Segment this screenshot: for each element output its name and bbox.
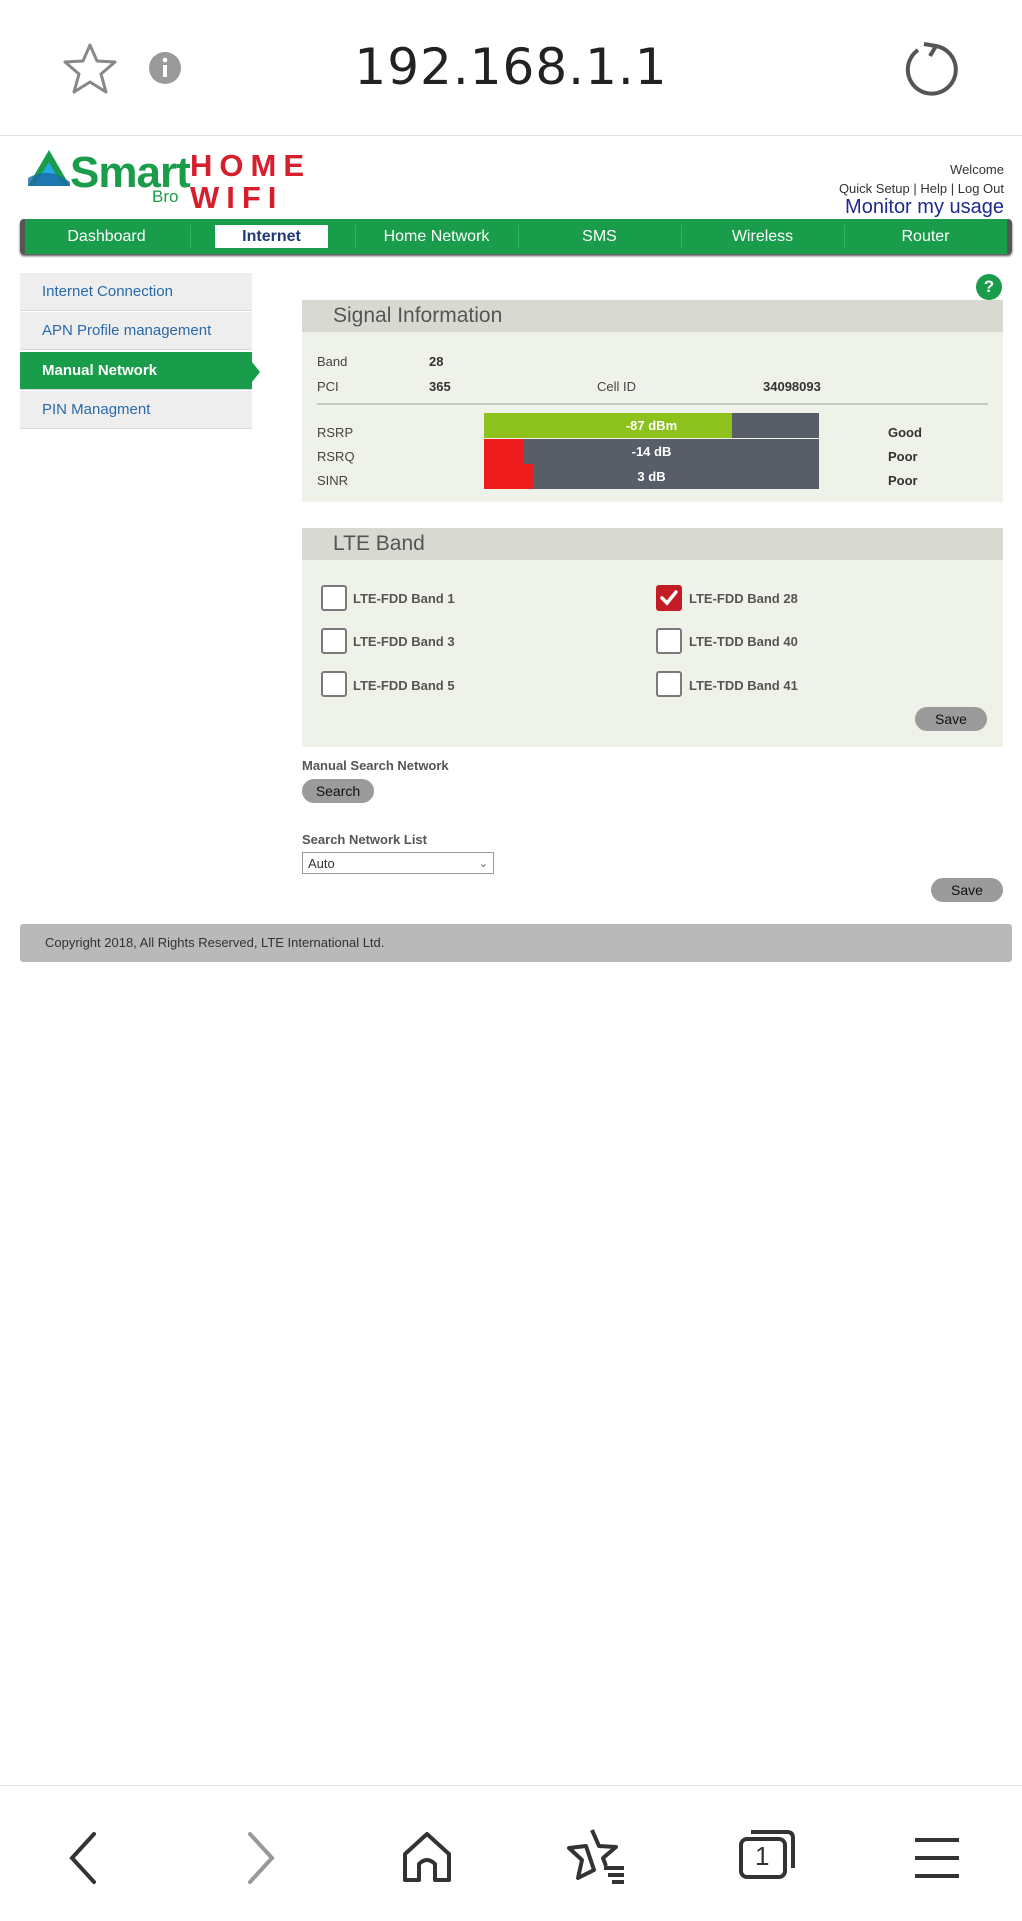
tabs-icon[interactable]: 1	[738, 1828, 796, 1885]
band-5-label: LTE-FDD Band 5	[353, 678, 455, 693]
lte-band-save-button[interactable]: Save	[915, 707, 987, 731]
band-28-checkbox[interactable]	[656, 585, 682, 611]
network-list-select[interactable]: Auto ⌄	[302, 852, 494, 874]
rsrq-bar: -14 dB	[484, 439, 819, 464]
rsrp-bar: -87 dBm	[484, 413, 819, 438]
monitor-usage-link[interactable]: Monitor my usage	[845, 196, 1004, 219]
nav-home-network[interactable]: Home Network	[365, 219, 508, 254]
sinr-bar: 3 dB	[484, 464, 819, 489]
cell-id-value: 34098093	[763, 379, 821, 394]
welcome-text: Welcome	[950, 162, 1004, 177]
signal-divider	[317, 403, 988, 405]
lte-band-panel: LTE Band LTE-FDD Band 1 LTE-FDD Band 28 …	[302, 528, 1003, 747]
logo-bro-text: Bro	[152, 187, 179, 206]
bookmarks-icon[interactable]	[566, 1826, 626, 1891]
search-button[interactable]: Search	[302, 779, 374, 803]
home-icon[interactable]	[400, 1830, 454, 1889]
nav-internet[interactable]: Internet	[215, 225, 328, 248]
logout-link[interactable]: Log Out	[958, 181, 1004, 196]
menu-icon[interactable]	[913, 1836, 961, 1885]
logo-wifi-text: WIFI	[190, 180, 284, 215]
rsrq-label: RSRQ	[317, 449, 355, 464]
band-40-label: LTE-TDD Band 40	[689, 634, 798, 649]
nav-divider	[681, 225, 682, 248]
manual-search-label: Manual Search Network	[302, 758, 449, 773]
sidebar-item-internet-connection[interactable]: Internet Connection	[20, 273, 252, 311]
lte-band-title: LTE Band	[302, 528, 1003, 560]
quick-setup-link[interactable]: Quick Setup	[839, 181, 910, 196]
cell-id-label: Cell ID	[597, 379, 637, 394]
band-3-checkbox[interactable]	[321, 628, 347, 654]
band-3-label: LTE-FDD Band 3	[353, 634, 455, 649]
logo-mark-icon	[26, 148, 72, 195]
rsrp-label: RSRP	[317, 425, 354, 440]
chevron-down-icon: ⌄	[478, 858, 488, 870]
network-save-button[interactable]: Save	[931, 878, 1003, 902]
pci-value: 365	[429, 379, 451, 394]
nav-divider	[518, 225, 519, 248]
band-40-checkbox[interactable]	[656, 628, 682, 654]
rsrq-value: -14 dB	[631, 444, 672, 459]
pci-label: PCI	[317, 379, 339, 394]
reload-icon[interactable]	[902, 40, 958, 101]
network-list-selected: Auto	[308, 856, 335, 871]
back-icon[interactable]	[64, 1830, 104, 1891]
forward-icon[interactable]	[240, 1830, 280, 1891]
band-1-checkbox[interactable]	[321, 585, 347, 611]
nav-divider	[190, 225, 191, 248]
nav-divider	[355, 225, 356, 248]
help-link[interactable]: Help	[920, 181, 947, 196]
main-nav: Dashboard Internet Home Network SMS Wire…	[20, 219, 1012, 254]
browser-bottom-bar: 1	[0, 1785, 1022, 1921]
url-bar[interactable]: 192.168.1.1	[0, 38, 1022, 96]
nav-dashboard[interactable]: Dashboard	[35, 219, 178, 254]
signal-panel-title: Signal Information	[302, 300, 1003, 332]
tab-count: 1	[755, 1841, 770, 1871]
browser-top-bar: 192.168.1.1	[0, 0, 1022, 136]
rsrq-quality: Poor	[888, 449, 918, 464]
sidebar-item-pin-management[interactable]: PIN Managment	[20, 391, 252, 429]
band-label: Band	[317, 354, 348, 369]
rsrp-quality: Good	[888, 425, 922, 440]
sinr-quality: Poor	[888, 473, 918, 488]
sinr-value: 3 dB	[637, 469, 666, 484]
nav-sms[interactable]: SMS	[528, 219, 671, 254]
header-links: Quick Setup | Help | Log Out	[838, 181, 1004, 196]
band-28-label: LTE-FDD Band 28	[689, 591, 798, 606]
band-5-checkbox[interactable]	[321, 671, 347, 697]
logo-home-text: HOME	[190, 148, 311, 183]
help-icon[interactable]: ?	[976, 274, 1002, 300]
signal-information-panel: Signal Information Band 28 PCI 365 Cell …	[302, 300, 1003, 502]
band-41-label: LTE-TDD Band 41	[689, 678, 798, 693]
band-1-label: LTE-FDD Band 1	[353, 591, 455, 606]
sidebar-item-manual-network[interactable]: Manual Network	[20, 352, 252, 390]
nav-divider	[844, 225, 845, 248]
check-icon	[660, 590, 678, 606]
sinr-label: SINR	[317, 473, 349, 488]
rsrp-value: -87 dBm	[625, 418, 678, 433]
nav-router[interactable]: Router	[854, 219, 997, 254]
network-list-label: Search Network List	[302, 832, 427, 847]
active-indicator-arrow	[252, 362, 260, 382]
sidebar-item-apn-profile[interactable]: APN Profile management	[20, 312, 252, 350]
footer-copyright: Copyright 2018, All Rights Reserved, LTE…	[20, 924, 1012, 962]
band-value: 28	[429, 354, 444, 369]
logo-home-wifi: HOME WIFI	[190, 150, 311, 214]
band-41-checkbox[interactable]	[656, 671, 682, 697]
nav-wireless[interactable]: Wireless	[691, 219, 834, 254]
